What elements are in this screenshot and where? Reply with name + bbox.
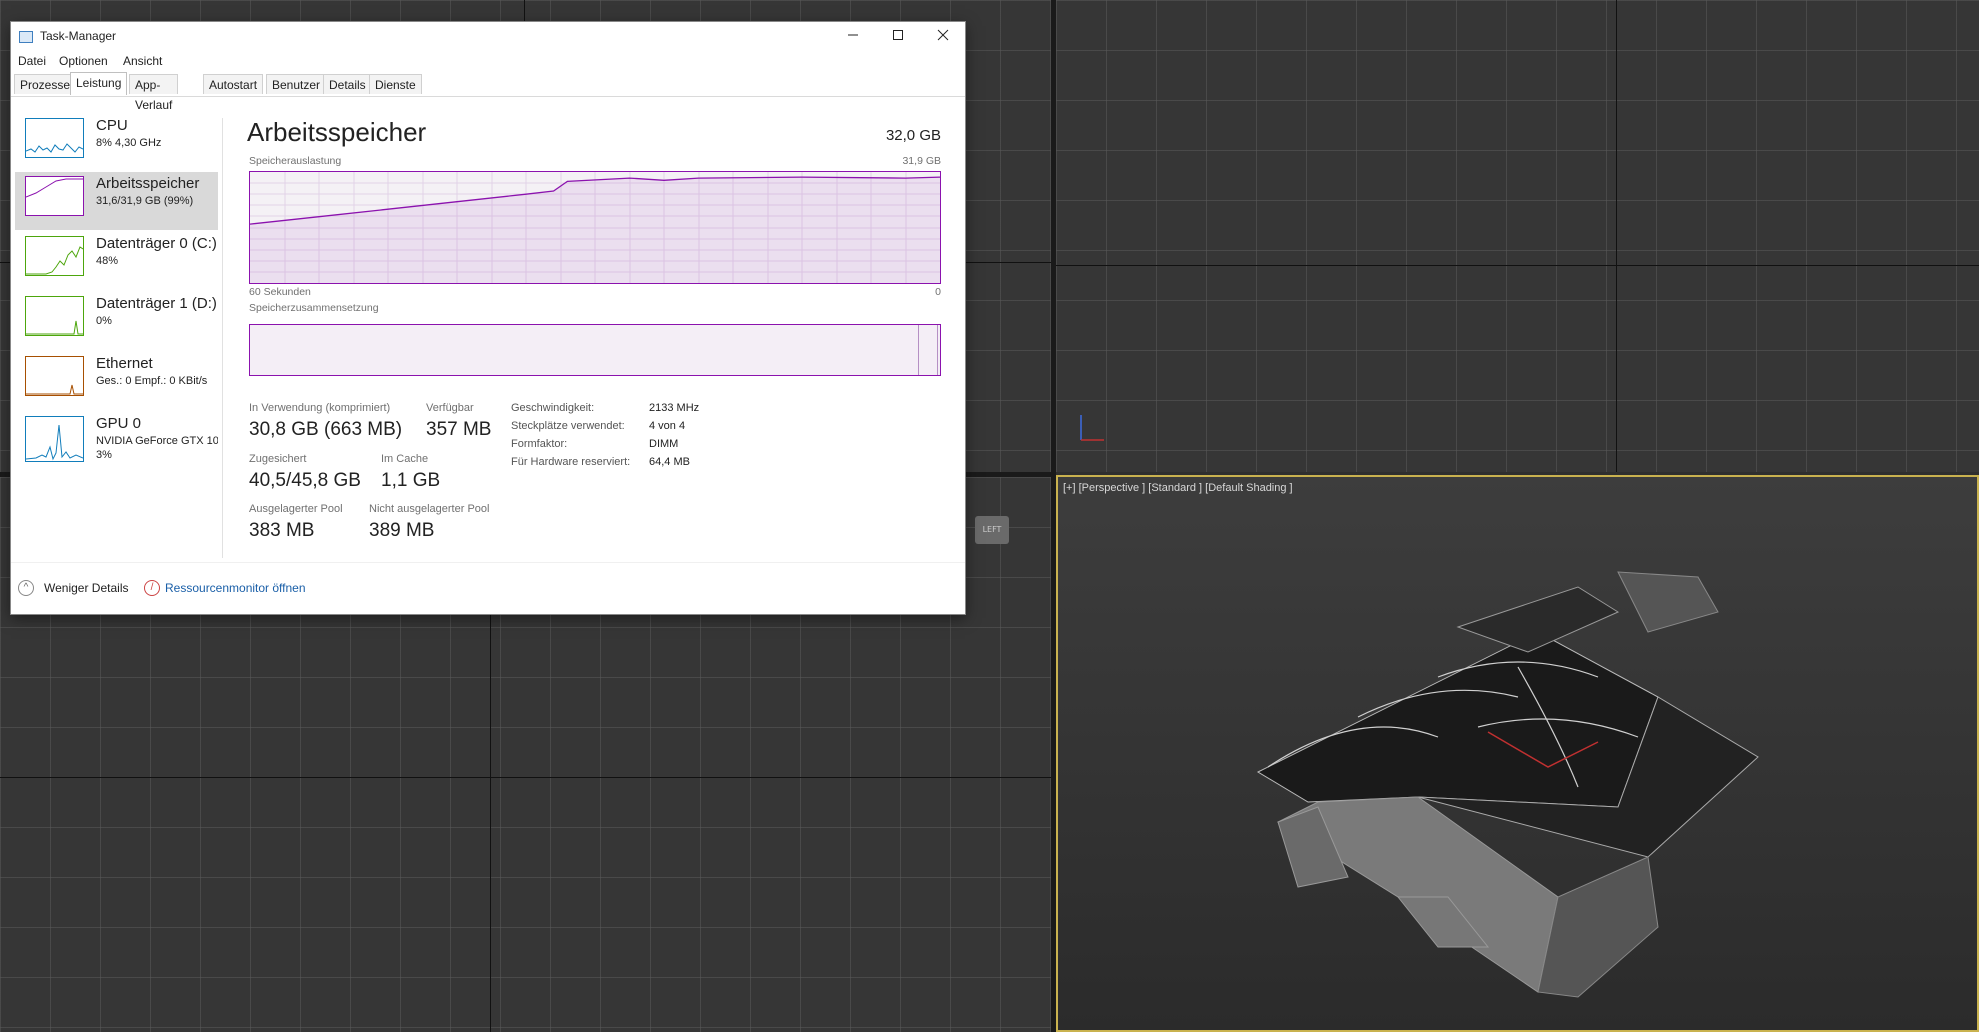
stat-label: Ausgelagerter Pool xyxy=(249,503,343,515)
graph-time-right: 0 xyxy=(935,286,941,298)
stat-label: In Verwendung (komprimiert) xyxy=(249,402,391,414)
grid-axis xyxy=(0,777,1051,778)
sidebar-item-sub2: 3% xyxy=(96,449,112,461)
viewcube[interactable]: LEFT xyxy=(975,516,1009,544)
menu-datei[interactable]: Datei xyxy=(18,54,46,68)
composition-divider xyxy=(918,325,919,375)
graph-time-left: 60 Sekunden xyxy=(249,286,311,298)
sidebar-item-sub: Ges.: 0 Empf.: 0 KBit/s xyxy=(96,375,208,387)
task-manager-window[interactable]: Task-Manager Datei Optionen Ansicht Proz… xyxy=(11,22,965,614)
tab-autostart[interactable]: Autostart xyxy=(203,74,264,94)
menu-ansicht[interactable]: Ansicht xyxy=(123,54,162,68)
memory-total: 32,0 GB xyxy=(885,127,941,144)
prop-value: 2133 MHz xyxy=(649,402,700,414)
task-manager-icon xyxy=(19,31,33,43)
sidebar-item-title: Datenträger 0 (C:) xyxy=(96,235,217,252)
sidebar-item-cpu[interactable]: CPU 8% 4,30 GHz xyxy=(15,114,218,172)
menu-optionen[interactable]: Optionen xyxy=(59,54,108,68)
less-details-label: Weniger Details xyxy=(44,581,129,595)
prop-value: DIMM xyxy=(649,438,679,450)
tab-divider xyxy=(11,96,965,97)
disk0-thumbnail-graph xyxy=(25,236,84,276)
sidebar-item-datentraeger-0[interactable]: Datenträger 0 (C:) 48% xyxy=(15,232,218,290)
usage-graph-label: Speicherauslastung xyxy=(249,155,342,167)
tab-details[interactable]: Details xyxy=(323,74,372,94)
title-bar[interactable]: Task-Manager xyxy=(11,22,965,52)
sidebar-item-ethernet[interactable]: Ethernet Ges.: 0 Empf.: 0 KBit/s xyxy=(15,352,218,410)
chevron-up-icon: ^ xyxy=(18,580,34,596)
sidebar-item-datentraeger-1[interactable]: Datenträger 1 (D:) 0% xyxy=(15,292,218,350)
prop-value: 4 von 4 xyxy=(649,420,686,432)
prop-key: Für Hardware reserviert: xyxy=(511,456,631,468)
footer-divider xyxy=(11,562,965,563)
sidebar-item-title: CPU xyxy=(96,117,128,134)
stat-label: Nicht ausgelagerter Pool xyxy=(369,503,490,515)
memory-composition-bar xyxy=(249,324,941,376)
minimize-icon xyxy=(847,34,858,36)
memory-thumbnail-graph xyxy=(25,176,84,216)
stat-paged-pool: 383 MB xyxy=(249,520,315,541)
stat-committed: 40,5/45,8 GB xyxy=(249,470,361,491)
viewport-divider[interactable] xyxy=(1051,0,1056,1032)
window-title: Task-Manager xyxy=(40,29,117,43)
cpu-thumbnail-graph xyxy=(25,118,84,158)
composition-label: Speicherzusammensetzung xyxy=(249,302,379,314)
tab-app-verlauf[interactable]: App-Verlauf xyxy=(129,74,179,112)
memory-usage-graph xyxy=(249,171,941,284)
viewport-front[interactable] xyxy=(1056,0,1979,472)
prop-value: 64,4 MB xyxy=(649,456,690,468)
viewport-perspective[interactable]: [+] [Perspective ] [Standard ] [Default … xyxy=(1056,475,1979,1032)
resource-monitor-icon: / xyxy=(144,580,160,596)
maximize-button[interactable] xyxy=(875,22,920,52)
prop-key: Steckplätze verwendet: xyxy=(511,420,625,432)
maximize-icon xyxy=(892,30,903,40)
close-button[interactable] xyxy=(920,22,965,52)
disk1-thumbnail-graph xyxy=(25,296,84,336)
sidebar-item-sub: 0% xyxy=(96,315,112,327)
grid-axis xyxy=(1616,0,1617,472)
sidebar-item-sub: 48% xyxy=(96,255,119,267)
prop-key: Geschwindigkeit: xyxy=(511,402,595,414)
stat-label: Verfügbar xyxy=(426,402,474,414)
sidebar-item-sub: NVIDIA GeForce GTX 10 xyxy=(96,435,218,447)
page-title: Arbeitsspeicher xyxy=(247,117,427,147)
resource-monitor-label: Ressourcenmonitor öffnen xyxy=(165,581,306,595)
composition-divider xyxy=(937,325,938,375)
minimize-button[interactable] xyxy=(830,22,875,52)
stat-available: 357 MB xyxy=(426,419,492,440)
usage-graph-max: 31,9 GB xyxy=(902,155,941,167)
sidebar-item-title: GPU 0 xyxy=(96,415,142,432)
tab-leistung[interactable]: Leistung xyxy=(70,72,128,95)
tab-prozesse[interactable]: Prozesse xyxy=(14,74,77,94)
stat-nonpaged-pool: 389 MB xyxy=(369,520,435,541)
prop-key: Formfaktor: xyxy=(511,438,568,450)
sidebar-item-title: Ethernet xyxy=(96,355,153,372)
ethernet-thumbnail-graph xyxy=(25,356,84,396)
sidebar-item-sub: 8% 4,30 GHz xyxy=(96,137,162,149)
sidebar-item-arbeitsspeicher[interactable]: Arbeitsspeicher 31,6/31,9 GB (99%) xyxy=(15,172,218,230)
stat-cached: 1,1 GB xyxy=(381,470,441,491)
scene-model-icon xyxy=(1256,571,1759,998)
close-icon xyxy=(937,29,948,41)
axis-gizmo-icon xyxy=(1080,415,1104,441)
sidebar-item-sub: 31,6/31,9 GB (99%) xyxy=(96,195,194,207)
grid-axis xyxy=(1056,265,1979,266)
sidebar-item-title: Arbeitsspeicher xyxy=(96,175,200,192)
tab-benutzer[interactable]: Benutzer xyxy=(266,74,327,94)
tab-dienste[interactable]: Dienste xyxy=(369,74,422,94)
gpu-thumbnail-graph xyxy=(25,416,84,462)
stat-label: Im Cache xyxy=(381,453,429,465)
sidebar-item-title: Datenträger 1 (D:) xyxy=(96,295,217,312)
stat-label: Zugesichert xyxy=(249,453,307,465)
sidebar-item-gpu-0[interactable]: GPU 0 NVIDIA GeForce GTX 10 3% xyxy=(15,412,218,478)
sidebar-divider[interactable] xyxy=(222,118,223,558)
stat-in-use: 30,8 GB (663 MB) xyxy=(249,419,403,440)
